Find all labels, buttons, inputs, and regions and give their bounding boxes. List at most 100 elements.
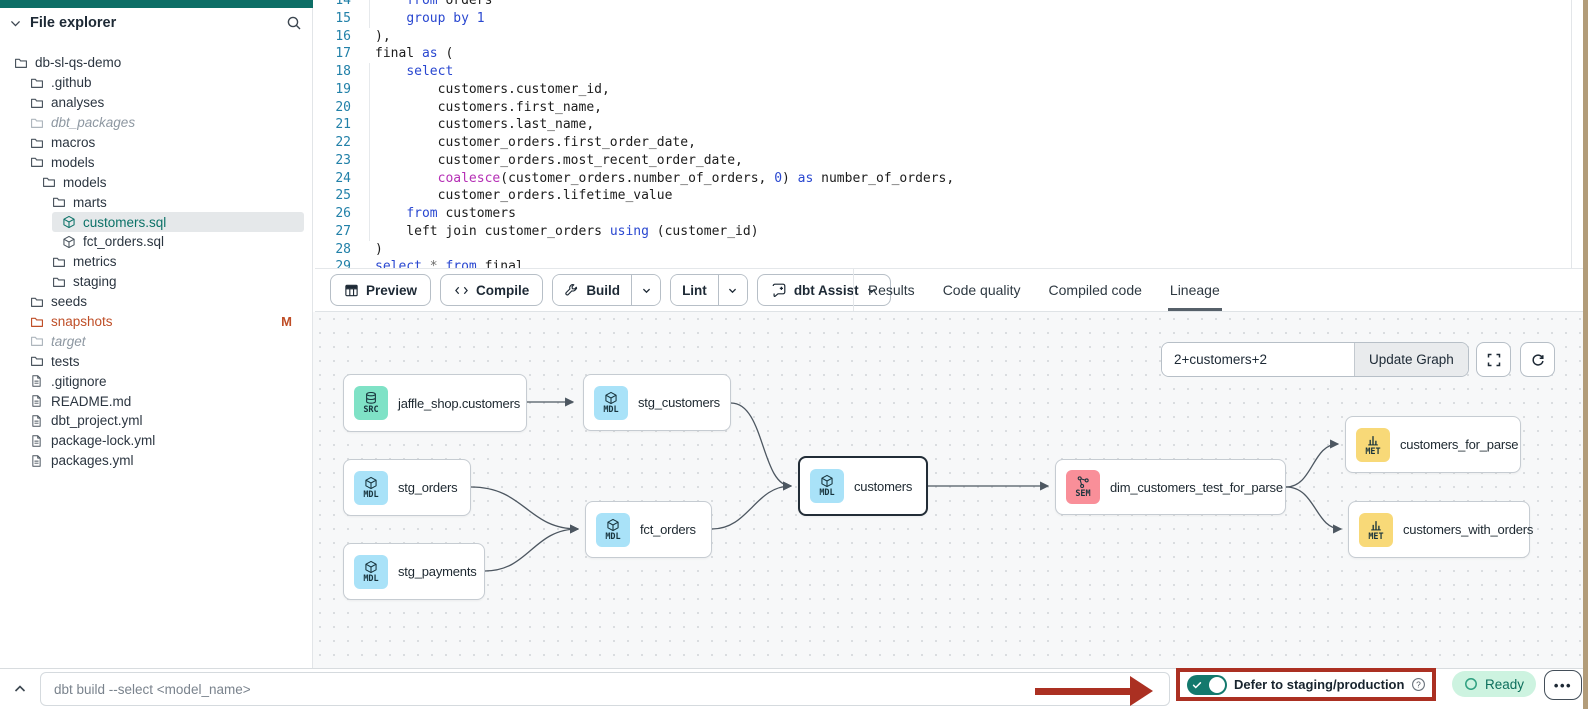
cube-icon <box>820 474 834 488</box>
tree-item--github[interactable]: .github <box>20 73 304 93</box>
chevron-down-icon[interactable] <box>9 17 22 30</box>
tab-lineage[interactable]: Lineage <box>1170 269 1220 311</box>
tab-code-quality[interactable]: Code quality <box>943 269 1021 311</box>
tree-item-label: macros <box>51 135 95 150</box>
tree-item-readme-md[interactable]: README.md <box>20 391 304 411</box>
tree-item-label: .github <box>51 75 92 90</box>
cube-icon <box>364 476 378 490</box>
tree-item-analyses[interactable]: analyses <box>20 93 304 113</box>
folder-icon <box>30 76 44 90</box>
code-line-23: 23 customer_orders.most_recent_order_dat… <box>315 152 1571 170</box>
lineage-node-customers[interactable]: MDL customers <box>798 456 928 516</box>
lint-button[interactable]: Lint <box>671 275 719 305</box>
tab-results[interactable]: Results <box>868 269 915 311</box>
tree-item-label: snapshots <box>51 314 113 329</box>
fullscreen-button[interactable] <box>1476 342 1511 377</box>
lineage-node-dim-customers-test-for-parse[interactable]: SEM dim_customers_test_for_parse <box>1055 459 1286 515</box>
code-line-15: 15 group by 1 <box>315 10 1571 28</box>
tree-item-label: db-sl-qs-demo <box>35 55 121 70</box>
lineage-node-customers-with-orders[interactable]: MET customers_with_orders <box>1348 501 1530 558</box>
folder-icon <box>30 155 44 169</box>
update-graph-button[interactable]: Update Graph <box>1354 343 1468 376</box>
tree-item-label: seeds <box>51 294 87 309</box>
build-button[interactable]: Build <box>553 275 632 305</box>
search-icon[interactable] <box>286 15 302 31</box>
file-explorer-title: File explorer <box>30 15 278 31</box>
defer-label: Defer to staging/production <box>1234 677 1404 692</box>
defer-toggle-annotation-box: Defer to staging/production ? <box>1176 668 1436 701</box>
tree-item--gitignore[interactable]: .gitignore <box>20 371 304 391</box>
tree-item-metrics[interactable]: metrics <box>42 252 304 272</box>
tree-item-macros[interactable]: macros <box>20 133 304 153</box>
more-menu-button[interactable]: ••• <box>1544 670 1582 700</box>
tree-item-label: customers.sql <box>83 215 166 230</box>
modified-badge: M <box>281 314 292 329</box>
graph-selector-input[interactable] <box>1162 343 1354 376</box>
tree-item-customers-sql[interactable]: customers.sql <box>52 212 304 232</box>
file-tree: db-sl-qs-demo .github analysesdbt_packages… <box>0 53 304 471</box>
tree-item-db-sl-qs-demo[interactable]: db-sl-qs-demo <box>4 53 304 73</box>
lineage-graph-panel[interactable]: SRC jaffle_shop.customers MDL stg_custom… <box>313 312 1583 668</box>
lineage-node-stg-payments[interactable]: MDL stg_payments <box>343 543 485 600</box>
refresh-button[interactable] <box>1520 342 1555 377</box>
tree-item-models[interactable]: models <box>20 152 304 172</box>
tree-item-tests[interactable]: tests <box>20 351 304 371</box>
lint-split-button: Lint <box>670 274 748 306</box>
defer-toggle[interactable] <box>1187 675 1227 695</box>
metric-chart-icon <box>1366 433 1380 447</box>
tree-item-target[interactable]: target <box>20 331 304 351</box>
file-icon <box>30 434 44 448</box>
tree-item-models[interactable]: models <box>32 172 304 192</box>
tree-item-marts[interactable]: marts <box>42 192 304 212</box>
indent-guide <box>369 0 370 28</box>
check-icon <box>1192 680 1202 690</box>
tree-item-seeds[interactable]: seeds <box>20 292 304 312</box>
annotation-arrow-head <box>1130 676 1153 706</box>
lineage-node-stg-customers[interactable]: MDL stg_customers <box>583 374 731 431</box>
folder-icon <box>30 334 44 348</box>
model-icon <box>62 235 76 249</box>
command-input[interactable] <box>40 672 1170 706</box>
code-line-27: 27 left join customer_orders using (cust… <box>315 223 1571 241</box>
file-icon <box>30 454 44 468</box>
code-line-19: 19 customers.customer_id, <box>315 81 1571 99</box>
lineage-node-jaffle-shop-customers[interactable]: SRC jaffle_shop.customers <box>343 374 527 432</box>
build-split-button: Build <box>552 274 661 306</box>
tree-item-dbt-project-yml[interactable]: dbt_project.yml <box>20 411 304 431</box>
tab-compiled-code[interactable]: Compiled code <box>1049 269 1142 311</box>
refresh-icon <box>1530 352 1546 368</box>
fullscreen-icon <box>1486 352 1502 368</box>
build-dropdown-button[interactable] <box>632 275 660 305</box>
code-line-18: 18 select <box>315 63 1571 81</box>
lineage-node-stg-orders[interactable]: MDL stg_orders <box>343 459 471 516</box>
lineage-node-fct-orders[interactable]: MDL fct_orders <box>585 501 712 558</box>
lineage-node-customers-for-parse[interactable]: MET customers_for_parse <box>1345 416 1521 473</box>
semantic-model-icon <box>1076 475 1090 489</box>
tree-item-label: package-lock.yml <box>51 433 155 448</box>
file-icon <box>30 374 44 388</box>
tree-item-fct-orders-sql[interactable]: fct_orders.sql <box>52 232 304 252</box>
tree-item-dbt-packages[interactable]: dbt_packages <box>20 113 304 133</box>
caret-up-icon[interactable] <box>12 681 28 697</box>
folder-icon <box>30 96 44 110</box>
folder-icon <box>30 354 44 368</box>
tree-item-packages-yml[interactable]: packages.yml <box>20 451 304 471</box>
toggle-knob <box>1209 677 1225 693</box>
tree-item-label: target <box>51 334 86 349</box>
preview-button[interactable]: Preview <box>330 274 431 306</box>
tree-item-staging[interactable]: staging <box>42 272 304 292</box>
tree-item-label: models <box>51 155 95 170</box>
sql-code-editor[interactable]: 14 from orders15 group by 116),17final a… <box>315 0 1571 268</box>
editor-scrollbar-track[interactable] <box>1571 0 1572 268</box>
compile-button[interactable]: Compile <box>440 274 543 306</box>
tree-item-label: metrics <box>73 254 117 269</box>
lint-dropdown-button[interactable] <box>719 275 747 305</box>
tree-item-label: marts <box>73 195 107 210</box>
assist-sparkle-icon <box>771 282 787 298</box>
tree-item-label: staging <box>73 274 117 289</box>
folder-icon <box>30 295 44 309</box>
help-icon[interactable]: ? <box>1411 677 1426 692</box>
tree-item-snapshots[interactable]: snapshots M <box>20 312 304 332</box>
metric-chart-icon <box>1369 518 1383 532</box>
tree-item-package-lock-yml[interactable]: package-lock.yml <box>20 431 304 451</box>
